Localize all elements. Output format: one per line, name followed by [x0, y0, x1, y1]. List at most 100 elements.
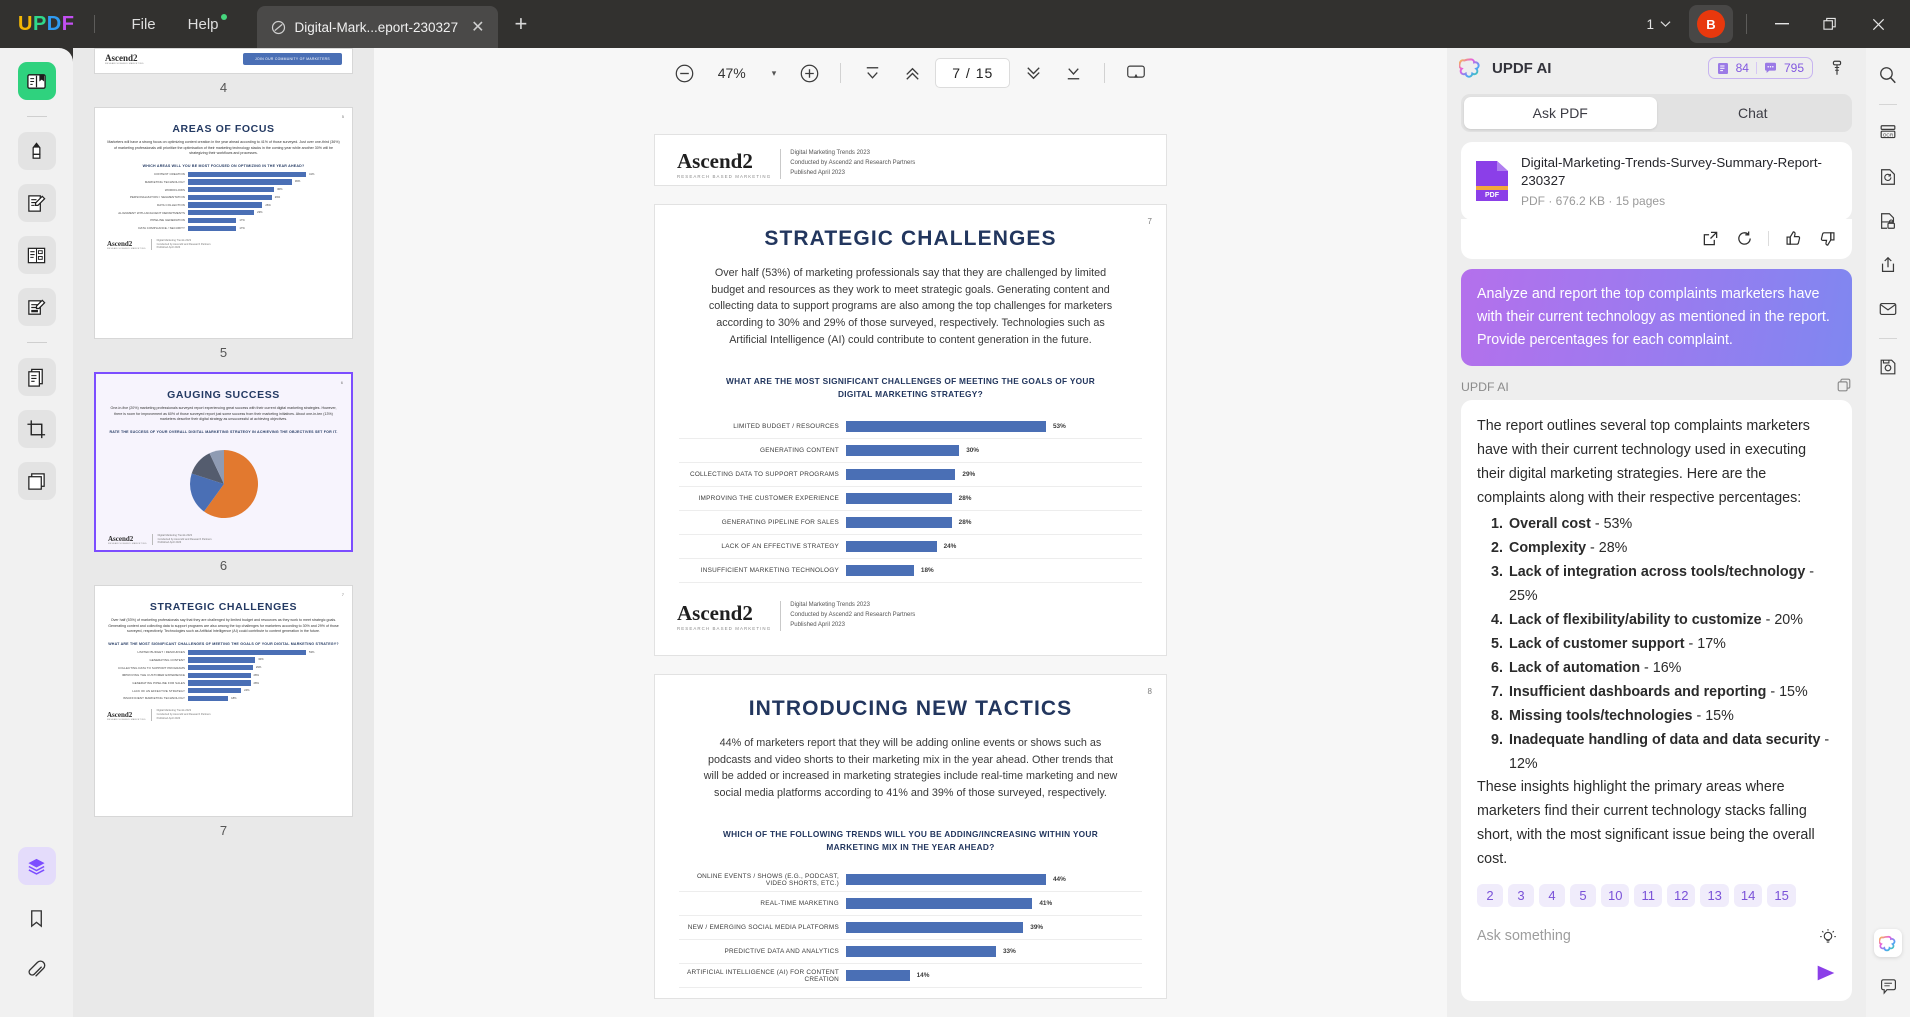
source-page-chip[interactable]: 12 — [1666, 884, 1696, 908]
tab-ask-pdf[interactable]: Ask PDF — [1464, 97, 1657, 129]
attached-file-card[interactable]: PDF Digital-Marketing-Trends-Survey-Summ… — [1461, 142, 1852, 220]
open-external-button[interactable] — [1695, 224, 1725, 254]
ocr-button[interactable]: OCR — [1871, 116, 1905, 150]
page-scroll-area[interactable]: Ascend2 RESEARCH BASED MARKETING Digital… — [374, 98, 1447, 1017]
sidebar-item-crop[interactable] — [17, 410, 56, 448]
source-page-chip[interactable]: 13 — [1700, 884, 1729, 908]
thumbnail-item[interactable]: 6 GAUGING SUCCESS One-in-five (20%) mark… — [73, 372, 374, 585]
thumb-bar-value: 28% — [253, 673, 259, 677]
source-page-chip[interactable]: 14 — [1733, 884, 1763, 908]
source-page-chip[interactable]: 3 — [1508, 884, 1534, 908]
sidebar-item-edit-pdf[interactable] — [17, 184, 56, 222]
sidebar-item-form[interactable] — [17, 236, 56, 274]
convert-button[interactable] — [1871, 160, 1905, 194]
thumbnail-page[interactable]: 5 AREAS OF FOCUS Marketers will have a s… — [94, 107, 353, 339]
updf-ai-fab-button[interactable] — [1874, 929, 1902, 957]
close-button[interactable] — [1856, 2, 1900, 46]
tab-close-icon[interactable]: ✕ — [467, 17, 488, 37]
sidebar-item-compare[interactable] — [17, 462, 56, 500]
copy-button[interactable] — [1836, 377, 1852, 396]
source-page-chip[interactable]: 11 — [1634, 884, 1662, 908]
thumb-question: RATE THE SUCCESS OF YOUR OVERALL DIGITAL… — [109, 429, 338, 434]
minimize-button[interactable] — [1760, 2, 1804, 46]
credits-badge[interactable]: 84 795 — [1707, 57, 1813, 79]
share-button[interactable] — [1871, 248, 1905, 282]
ai-answer-card: The report outlines several top complain… — [1461, 400, 1852, 960]
thumb-bar-label: CONTENT CREATION — [153, 172, 185, 177]
email-button[interactable] — [1871, 292, 1905, 326]
search-button[interactable] — [1871, 58, 1905, 92]
sidebar-item-reader[interactable] — [17, 62, 56, 100]
divider — [840, 63, 842, 83]
menu-file[interactable]: File — [115, 10, 171, 39]
comment-button[interactable] — [1871, 969, 1905, 1003]
lightbulb-icon — [1820, 929, 1836, 943]
sidebar-item-annotate[interactable] — [17, 132, 56, 170]
source-page-chip[interactable]: 4 — [1539, 884, 1565, 908]
thumbs-up-button[interactable] — [1778, 224, 1808, 254]
tab-chat[interactable]: Chat — [1657, 97, 1850, 129]
crop-icon — [27, 419, 46, 438]
page-indicator-input[interactable]: 7 / 15 — [935, 58, 1011, 88]
source-page-chip[interactable]: 2 — [1477, 884, 1503, 908]
comment-icon — [1880, 978, 1896, 995]
presentation-button[interactable] — [1119, 56, 1153, 90]
ai-panel: UPDF AI 84 795 Ask PDF Chat PDF Digital-… — [1447, 48, 1866, 1017]
zoom-dropdown-icon[interactable]: ▾ — [762, 68, 787, 79]
thumbnail-item[interactable]: 5 AREAS OF FOCUS Marketers will have a s… — [73, 107, 374, 372]
zoom-in-button[interactable] — [792, 56, 826, 90]
maximize-button[interactable] — [1808, 2, 1852, 46]
thumb-bar-value: 17% — [239, 226, 245, 230]
sidebar-item-bookmark[interactable] — [18, 899, 56, 937]
window-count-dropdown[interactable]: 1 — [1638, 11, 1679, 38]
suggestions-button[interactable] — [1818, 927, 1838, 952]
source-page-chip[interactable]: 15 — [1767, 884, 1796, 908]
zoom-out-button[interactable] — [668, 56, 702, 90]
sidebar-item-attachment[interactable] — [18, 951, 56, 989]
thumbnail-item[interactable]: Ascend2 RESEARCH BASED MARKETING JOIN OU… — [73, 48, 374, 107]
history-button[interactable] — [1822, 53, 1852, 83]
answer-list-item: Overall cost - 53% — [1477, 512, 1836, 536]
thumb-bar-row: ALIGNMENT WITH ADJACENT DEPARTMENTS 23% — [107, 210, 340, 216]
thumbnail-item[interactable]: 7 STRATEGIC CHALLENGES Over half (53%) o… — [73, 585, 374, 850]
document-tab[interactable]: Digital-Mark...eport-230327 ✕ — [256, 6, 499, 48]
sidebar-item-sign[interactable] — [17, 288, 56, 326]
new-tab-button[interactable]: + — [514, 11, 527, 37]
sidebar-item-organize-pages[interactable] — [17, 358, 56, 396]
answer-item-value: - 17% — [1684, 636, 1726, 653]
thumb-bar — [188, 202, 263, 208]
answer-list-item: Lack of flexibility/ability to customize… — [1477, 608, 1836, 632]
thumbs-down-button[interactable] — [1812, 224, 1842, 254]
next-page-button[interactable] — [1016, 56, 1050, 90]
file-name: Digital-Marketing-Trends-Survey-Summary-… — [1521, 155, 1822, 188]
source-page-chip[interactable]: 10 — [1601, 884, 1630, 908]
thumb-bar-label: COLLECTING DATA TO SUPPORT PROGRAMS — [118, 665, 185, 670]
open-external-icon — [1703, 232, 1717, 246]
thumbnail-page[interactable]: 6 GAUGING SUCCESS One-in-five (20%) mark… — [94, 372, 353, 552]
thumbnail-page[interactable]: 7 STRATEGIC CHALLENGES Over half (53%) o… — [94, 585, 353, 817]
thumbnail-panel[interactable]: Ascend2 RESEARCH BASED MARKETING JOIN OU… — [73, 48, 374, 1017]
page-meta: Digital Marketing Trends 2023 Conducted … — [780, 601, 915, 631]
last-page-button[interactable] — [1056, 56, 1090, 90]
send-button[interactable] — [1814, 962, 1838, 989]
thumbnail-page[interactable]: Ascend2 RESEARCH BASED MARKETING JOIN OU… — [94, 48, 353, 74]
document-credit-icon — [1717, 62, 1728, 74]
thumb-page-num: 6 — [340, 380, 343, 385]
source-page-chip[interactable]: 5 — [1570, 884, 1596, 908]
window-count-label: 1 — [1646, 16, 1654, 32]
sidebar-item-layers[interactable] — [17, 847, 56, 885]
ask-input-container[interactable]: Ask something — [1461, 915, 1852, 1001]
save-button[interactable] — [1871, 350, 1905, 384]
chart-bar-value: 53% — [1053, 423, 1066, 431]
protect-button[interactable] — [1871, 204, 1905, 238]
menu-help[interactable]: Help — [172, 10, 235, 39]
regenerate-button[interactable] — [1729, 224, 1759, 254]
thumb-bar-value: 17% — [239, 218, 245, 222]
answer-item-term: Lack of automation — [1509, 660, 1641, 677]
zoom-level-label[interactable]: 47% — [708, 65, 756, 81]
prev-page-button[interactable] — [895, 56, 929, 90]
first-page-button[interactable] — [855, 56, 889, 90]
brand-name: Ascend2 — [105, 53, 138, 63]
avatar-container[interactable]: B — [1689, 5, 1733, 43]
updf-ai-flower-icon — [1459, 58, 1480, 78]
